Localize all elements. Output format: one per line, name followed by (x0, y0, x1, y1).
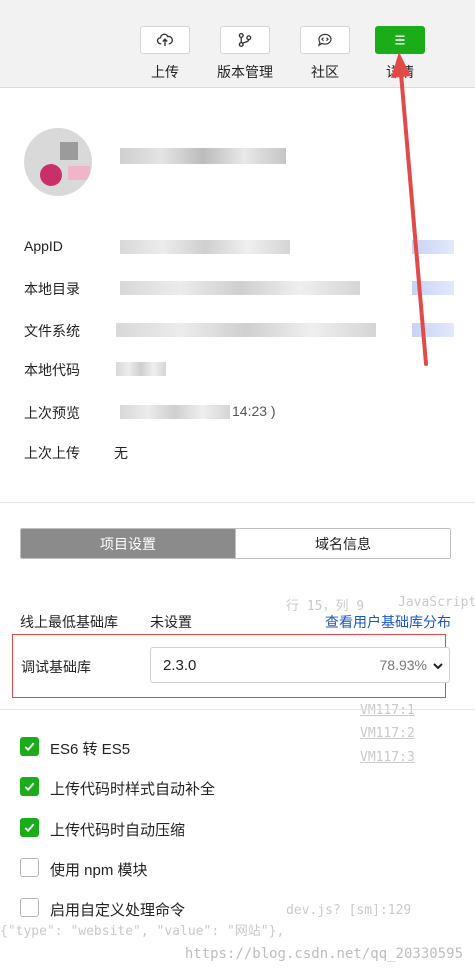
local-dir-row: 本地目录 (24, 279, 454, 299)
upload-label: 上传 (151, 64, 179, 80)
tab-domain-info[interactable]: 域名信息 (235, 529, 450, 558)
local-dir-redacted (120, 281, 360, 295)
last-preview-label: 上次预览 (24, 405, 80, 421)
last-preview-row: 上次预览 14:23 ) (24, 403, 454, 423)
option-es6-to-es5[interactable]: ES6 转 ES5 (20, 737, 440, 759)
last-preview-time: 14:23 ) (232, 403, 276, 419)
menu-icon (375, 26, 425, 54)
debug-lib-highlight: 调试基础库 2.3.0 78.93% (12, 634, 450, 698)
checkbox-checked-icon[interactable] (20, 818, 39, 837)
debug-lib-label: 调试基础库 (21, 659, 91, 675)
watermark: https://blog.csdn.net/qq_20330595 (184, 946, 463, 962)
debug-lib-version: 2.3.0 (163, 657, 197, 674)
settings-tabs: 项目设置 域名信息 (20, 528, 451, 559)
open-link-redacted[interactable] (412, 281, 454, 295)
cloud-upload-icon (140, 26, 190, 54)
last-upload-row: 上次上传 无 (24, 443, 454, 463)
min-lib-label: 线上最低基础库 (20, 614, 118, 630)
version-management-button[interactable]: 版本管理 (215, 26, 275, 82)
details-label: 详情 (386, 64, 414, 80)
min-lib-value: 未设置 (150, 614, 192, 630)
option-label: 上传代码时自动压缩 (50, 822, 186, 839)
appid-redacted (120, 240, 290, 254)
branch-icon (220, 26, 270, 54)
checkbox-unchecked-icon[interactable] (20, 858, 39, 877)
filesystem-label: 文件系统 (24, 323, 80, 339)
last-upload-label: 上次上传 (24, 445, 80, 461)
filesystem-row: 文件系统 (24, 321, 454, 341)
local-dir-label: 本地目录 (24, 281, 80, 297)
debug-lib-percent: 78.93% (379, 657, 427, 673)
checkbox-checked-icon[interactable] (20, 737, 39, 756)
chevron-down-icon (433, 663, 443, 670)
option-auto-compress[interactable]: 上传代码时自动压缩 (20, 818, 440, 840)
option-label: ES6 转 ES5 (50, 741, 131, 758)
upload-button[interactable]: 上传 (135, 26, 195, 82)
toolbar: 上传 版本管理 社区 详情 (0, 0, 475, 88)
checkbox-unchecked-icon[interactable] (20, 898, 39, 917)
option-label: 使用 npm 模块 (50, 862, 148, 879)
ghost-vm1: VM117:1 (360, 703, 415, 718)
section-divider (0, 709, 475, 710)
copy-link-redacted[interactable] (412, 240, 454, 254)
option-label: 上传代码时样式自动补全 (50, 781, 216, 798)
appid-row: AppID (24, 238, 454, 258)
details-button[interactable]: 详情 (370, 26, 430, 82)
settings-panel: 项目设置 域名信息 行 15，列 9 JavaScript 线上最低基础库 未设… (0, 503, 475, 974)
filesystem-redacted (116, 323, 376, 337)
community-label: 社区 (311, 64, 339, 80)
project-name-redacted (120, 148, 286, 164)
view-lib-distribution-link[interactable]: 查看用户基础库分布 (325, 612, 451, 632)
tab-project-settings[interactable]: 项目设置 (21, 529, 235, 558)
min-lib-row: 线上最低基础库 未设置 查看用户基础库分布 (20, 610, 451, 630)
avatar (24, 128, 92, 196)
checkbox-checked-icon[interactable] (20, 777, 39, 796)
ghost-lang: JavaScript (398, 595, 475, 610)
option-label: 启用自定义处理命令 (50, 902, 186, 919)
debug-lib-select[interactable]: 2.3.0 78.93% (150, 647, 450, 683)
local-code-redacted (116, 362, 166, 376)
project-profile: AppID 本地目录 文件系统 本地代码 上次预览 14:23 ) 上次上传 无 (0, 88, 475, 503)
fs-link-redacted[interactable] (412, 323, 454, 337)
community-button[interactable]: 社区 (295, 26, 355, 82)
local-code-label: 本地代码 (24, 362, 80, 378)
chat-code-icon (300, 26, 350, 54)
last-preview-redacted (120, 405, 230, 419)
appid-label: AppID (24, 238, 63, 254)
ghost-devjs: dev.js? [sm]:129 (286, 903, 412, 918)
option-style-autocomplete[interactable]: 上传代码时样式自动补全 (20, 777, 440, 799)
version-management-label: 版本管理 (217, 64, 273, 80)
option-npm-modules[interactable]: 使用 npm 模块 (20, 858, 440, 880)
last-upload-value: 无 (114, 445, 128, 461)
ghost-code: {"type": "website", "value": "网站"}, (0, 924, 285, 939)
local-code-row: 本地代码 (24, 360, 454, 380)
